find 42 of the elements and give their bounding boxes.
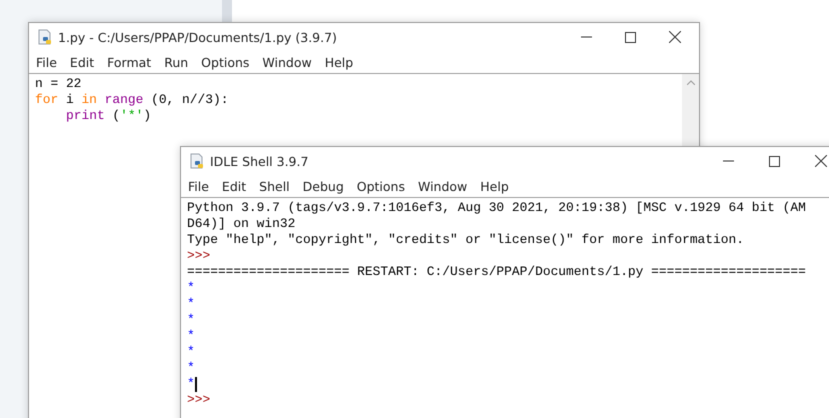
menu-item[interactable]: Window xyxy=(418,178,468,194)
background-bar xyxy=(222,0,232,22)
code-line: n = 22 xyxy=(35,76,82,92)
shell-output-line: * xyxy=(187,296,195,312)
menu-item[interactable]: Edit xyxy=(222,178,246,194)
window-title: IDLE Shell 3.9.7 xyxy=(210,154,308,168)
python-file-icon xyxy=(189,153,205,169)
close-icon[interactable] xyxy=(815,155,827,167)
menu-item[interactable]: Help xyxy=(480,178,509,194)
python-file-icon xyxy=(37,29,53,45)
shell-output-line: * xyxy=(187,344,195,360)
shell-output-line: Type "help", "copyright", "credits" or "license()" for more information. xyxy=(187,232,744,248)
shell-output-line: * xyxy=(187,360,195,376)
menu-item[interactable]: File xyxy=(36,54,57,70)
minimize-icon[interactable] xyxy=(581,36,592,38)
shell-prompt: >>> xyxy=(187,248,210,264)
menu-item[interactable]: Options xyxy=(356,178,405,194)
shell-prompt: >>> xyxy=(187,392,210,408)
shell-output-line: * xyxy=(187,328,195,344)
code-line: for i in range (0, n//3): xyxy=(35,92,228,108)
menu-item[interactable]: Run xyxy=(164,54,188,70)
menu-item[interactable]: Window xyxy=(262,54,312,70)
shell-output-line: Python 3.9.7 (tags/v3.9.7:1016ef3, Aug 30 2021, 20:19:38) [MSC v.1929 64 bit (AM xyxy=(187,200,806,216)
code-line: print ('*') xyxy=(66,108,152,124)
scrollbar[interactable] xyxy=(682,74,699,146)
shell-output-line: * xyxy=(187,376,195,392)
menu-item[interactable]: File xyxy=(188,178,209,194)
menu-item[interactable]: Shell xyxy=(259,178,290,194)
shell-output-line: * xyxy=(187,280,195,296)
menu-item[interactable]: Format xyxy=(107,54,152,70)
shell-output-line: ===================== RESTART: C:/Users/PPAP/Documents/1.py ==================== xyxy=(187,264,806,280)
maximize-icon[interactable] xyxy=(625,32,636,42)
window-title: 1.py - C:/Users/PPAP/Documents/1.py (3.9.7) xyxy=(58,30,337,44)
minimize-icon[interactable] xyxy=(723,160,734,162)
menu-item[interactable]: Options xyxy=(201,54,250,70)
menu-item[interactable]: Debug xyxy=(302,178,344,194)
menu-item[interactable]: Help xyxy=(324,54,354,70)
shell-output-line: D64)] on win32 xyxy=(187,216,296,232)
maximize-icon[interactable] xyxy=(769,156,780,166)
close-icon[interactable] xyxy=(669,31,681,43)
menu-item[interactable]: Edit xyxy=(70,54,94,70)
shell-output-line: * xyxy=(187,312,195,328)
